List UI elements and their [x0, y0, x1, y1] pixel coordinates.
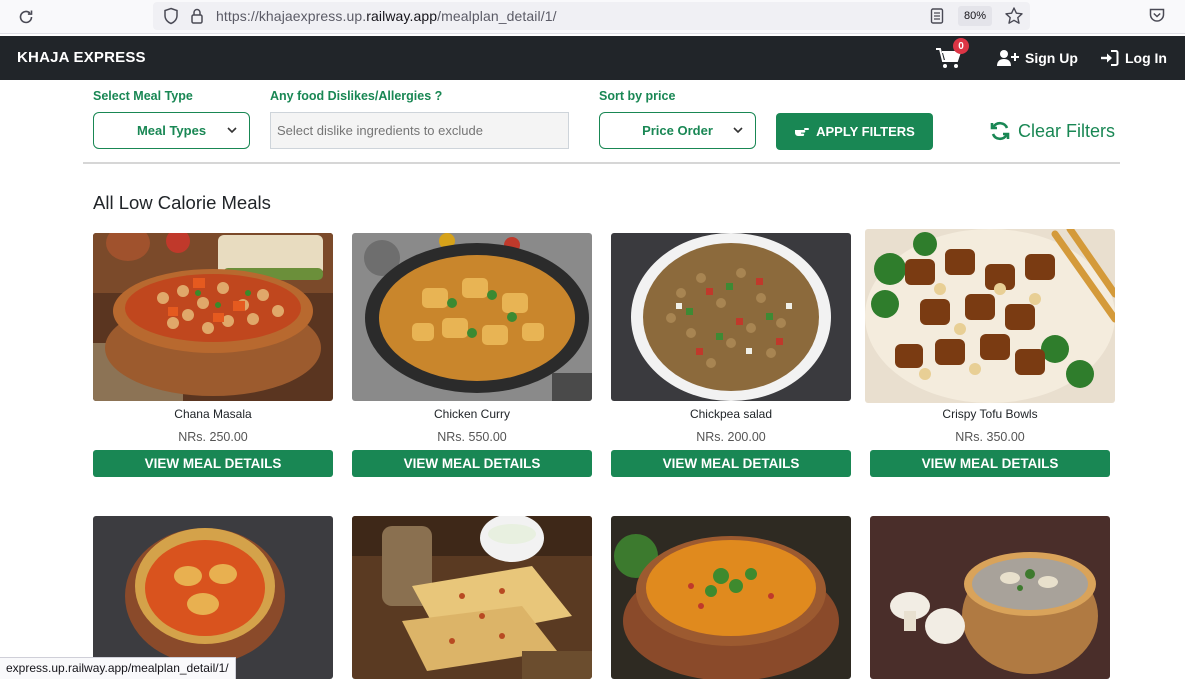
clear-filters-button[interactable]: Clear Filters: [989, 120, 1115, 142]
view-meal-details-button[interactable]: VIEW MEAL DETAILS: [611, 450, 851, 477]
url-text[interactable]: https://khajaexpress.up.railway.app/meal…: [216, 8, 557, 24]
clear-filters-label: Clear Filters: [1018, 120, 1116, 141]
meal-type-value: Meal Types: [136, 123, 207, 138]
meal-price: NRs. 550.00: [437, 430, 507, 444]
login-icon: [1101, 50, 1119, 66]
meal-price: NRs. 250.00: [178, 430, 248, 444]
meal-image-fish-curry[interactable]: [93, 516, 333, 679]
meal-type-label: Select Meal Type: [93, 89, 193, 103]
site-navbar: KHAJA EXPRESS 0 Sign Up Log In: [0, 36, 1185, 80]
meal-name: Chicken Curry: [433, 407, 511, 421]
apply-filters-button[interactable]: APPLY FILTERS: [776, 113, 933, 150]
dislikes-label: Any food Dislikes/Allergies ?: [270, 89, 443, 103]
cart-count-badge: 0: [953, 38, 969, 54]
meal-image-dal[interactable]: [611, 516, 851, 679]
hand-pointer-icon: [795, 127, 810, 136]
signup-link[interactable]: Sign Up: [997, 49, 1078, 67]
section-title: All Low Calorie Meals: [93, 192, 271, 213]
refresh-icon: [990, 121, 1010, 141]
meal-image-chickpea-salad[interactable]: [611, 233, 851, 401]
login-link[interactable]: Log In: [1100, 49, 1167, 67]
user-plus-icon: [997, 50, 1019, 66]
chevron-down-icon: [227, 127, 237, 134]
meal-image-chicken-curry[interactable]: [352, 233, 592, 401]
view-meal-details-button[interactable]: VIEW MEAL DETAILS: [352, 450, 592, 477]
price-order-value: Price Order: [642, 123, 713, 138]
filter-divider: [83, 162, 1120, 164]
meal-image-crispy-tofu-bowls[interactable]: [865, 229, 1115, 403]
login-label: Log In: [1125, 50, 1167, 66]
chevron-down-icon: [733, 127, 743, 134]
link-status-bar: express.up.railway.app/mealplan_detail/1…: [0, 657, 236, 679]
dislikes-input[interactable]: [270, 112, 569, 149]
browser-toolbar: https://khajaexpress.up.railway.app/meal…: [0, 0, 1185, 34]
view-meal-details-button[interactable]: VIEW MEAL DETAILS: [93, 450, 333, 477]
reload-icon[interactable]: [14, 5, 38, 29]
meal-type-select[interactable]: Meal Types: [93, 112, 250, 149]
brand-logo[interactable]: KHAJA EXPRESS: [17, 49, 146, 66]
bookmark-star-icon[interactable]: [1004, 6, 1024, 31]
shield-icon[interactable]: [163, 7, 179, 30]
meal-name: Chickpea salad: [689, 407, 773, 421]
meal-image-mushroom-soup[interactable]: [870, 516, 1110, 679]
sort-label: Sort by price: [599, 89, 676, 103]
zoom-level[interactable]: 80%: [958, 6, 993, 26]
signup-label: Sign Up: [1025, 50, 1078, 66]
apply-filters-label: APPLY FILTERS: [816, 124, 915, 139]
meal-price: NRs. 350.00: [955, 430, 1025, 444]
pocket-icon[interactable]: [1148, 6, 1166, 29]
lock-icon[interactable]: [190, 7, 204, 30]
address-bar[interactable]: https://khajaexpress.up.railway.app/meal…: [153, 2, 1030, 30]
meal-image-paratha[interactable]: [352, 516, 592, 679]
meal-name: Chana Masala: [174, 407, 252, 421]
meal-price: NRs. 200.00: [696, 430, 766, 444]
view-meal-details-button[interactable]: VIEW MEAL DETAILS: [870, 450, 1110, 477]
meal-image-chana-masala[interactable]: [93, 233, 333, 401]
meal-name: Crispy Tofu Bowls: [942, 407, 1038, 421]
reader-view-icon[interactable]: [930, 7, 944, 30]
price-order-select[interactable]: Price Order: [599, 112, 756, 149]
